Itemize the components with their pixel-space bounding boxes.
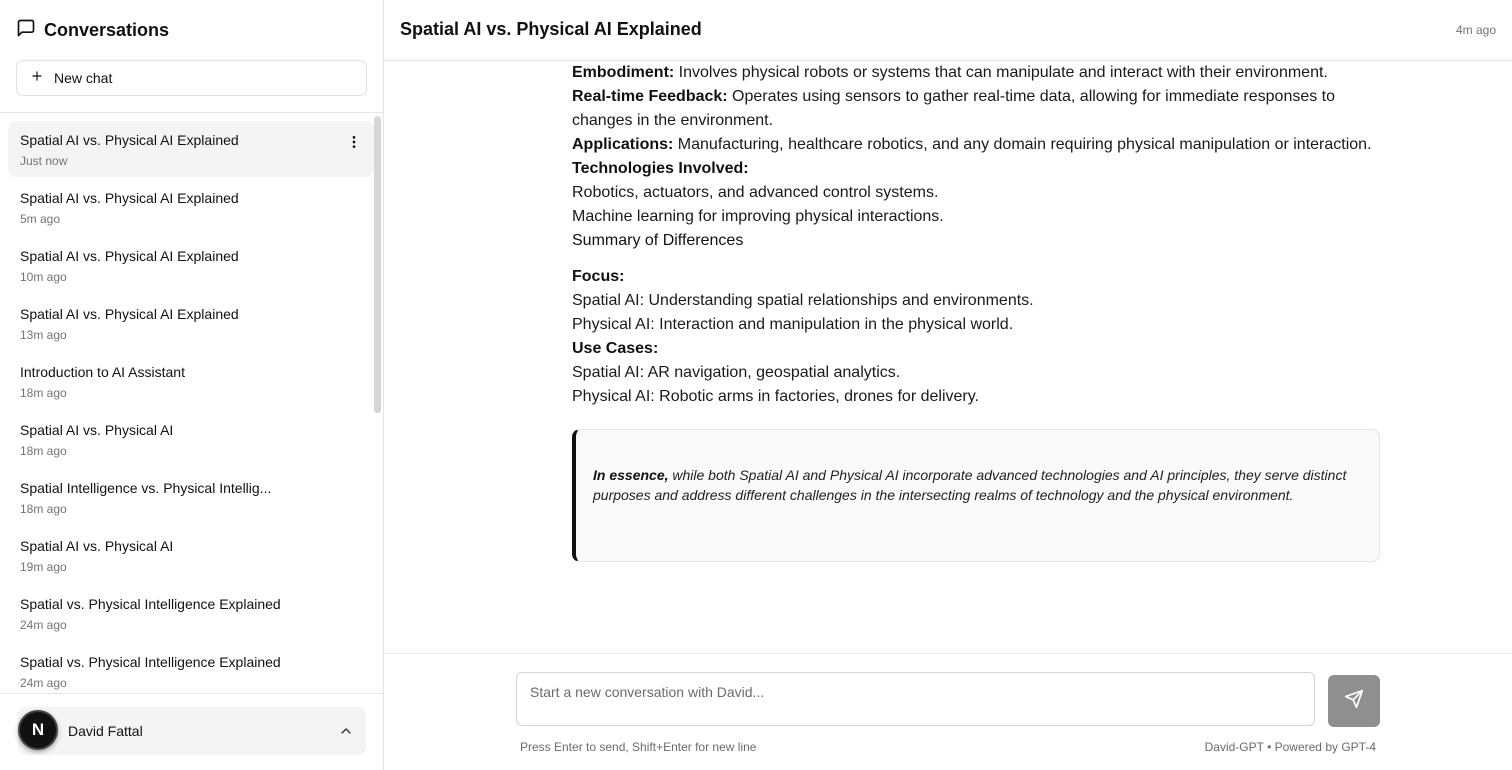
user-menu-button[interactable]: N David Fattal [18,707,366,755]
sidebar-title-text: Conversations [44,20,170,40]
input-hint: Press Enter to send, Shift+Enter for new… [520,740,757,754]
conversation-item[interactable]: Introduction to AI Assistant 18m ago [8,353,374,409]
message-paragraph: Embodiment: Involves physical robots or … [572,61,1380,85]
focus-item: Spatial AI: Understanding spatial relati… [572,292,1034,309]
conversation-title: Spatial AI vs. Physical AI [20,422,174,438]
quote-bold: In essence, [593,467,669,483]
focus-label: Focus: [572,268,625,285]
realtime-label: Real-time Feedback: [572,88,728,105]
conversation-title: Spatial AI vs. Physical AI [20,538,174,554]
conversation-title: Introduction to AI Assistant [20,364,185,380]
summary-heading: Summary of Differences [572,232,744,249]
technologies-label: Technologies Involved: [572,160,749,177]
conversation-item[interactable]: Spatial AI vs. Physical AI Explained 13m… [8,295,374,351]
conversation-item[interactable]: Spatial AI vs. Physical AI Explained Jus… [8,121,374,177]
conversation-time: 24m ago [20,675,67,690]
assistant-message: Embodiment: Involves physical robots or … [572,61,1380,653]
conversation-list: Spatial AI vs. Physical AI Explained Jus… [0,114,383,693]
conversation-title: Spatial vs. Physical Intelligence Explai… [20,654,281,670]
conversation-title: Spatial AI vs. Physical AI Explained [20,248,239,264]
sidebar-header: Conversations New chat [0,0,383,113]
embodiment-label: Embodiment: [572,64,675,81]
conversation-item[interactable]: Spatial vs. Physical Intelligence Explai… [8,585,374,641]
applications-text: Manufacturing, healthcare robotics, and … [673,136,1372,153]
conversation-title: Spatial vs. Physical Intelligence Explai… [20,596,281,612]
send-icon [1344,689,1364,714]
powered-by-text: David-GPT • Powered by GPT-4 [1204,740,1376,754]
conversation-time: 13m ago [20,327,67,342]
conversation-list-scrollbar[interactable] [374,116,381,413]
conversation-item[interactable]: Spatial Intelligence vs. Physical Intell… [8,469,374,525]
message-paragraph: Focus: [572,265,1380,289]
avatar: N [18,710,58,750]
conversation-title: Spatial Intelligence vs. Physical Intell… [20,480,272,496]
usecase-item: Physical AI: Robotic arms in factories, … [572,388,979,405]
conversation-item[interactable]: Spatial vs. Physical Intelligence Explai… [8,643,374,693]
focus-item: Physical AI: Interaction and manipulatio… [572,316,1014,333]
conversation-time: 24m ago [20,617,67,632]
usecases-label: Use Cases: [572,340,659,357]
conversation-title: Spatial AI vs. Physical AI Explained [20,306,239,322]
conversation-time: 19m ago [20,559,67,574]
message-paragraph: Real-time Feedback: Operates using senso… [572,85,1380,133]
conversation-item[interactable]: Spatial AI vs. Physical AI 19m ago [8,527,374,583]
chat-timestamp: 4m ago [1455,23,1496,37]
new-chat-label: New chat [54,70,113,86]
applications-label: Applications: [572,136,674,153]
plus-icon [30,69,44,88]
technologies-item: Machine learning for improving physical … [572,208,944,225]
sidebar-title: Conversations [16,18,169,43]
message-paragraph: Technologies Involved: [572,157,1380,181]
conversation-time: 5m ago [20,211,61,226]
send-button[interactable] [1328,675,1380,727]
usecase-item: Spatial AI: AR navigation, geospatial an… [572,364,901,381]
message-paragraph: Applications: Manufacturing, healthcare … [572,133,1380,157]
composer: Press Enter to send, Shift+Enter for new… [384,653,1512,770]
conversation-title: Spatial AI vs. Physical AI Explained [20,132,239,148]
conversation-title: Spatial AI vs. Physical AI Explained [20,190,239,206]
new-chat-button[interactable]: New chat [16,60,367,96]
message-paragraph: Use Cases: [572,337,1380,361]
page-title: Spatial AI vs. Physical AI Explained [400,19,702,39]
conversation-item[interactable]: Spatial AI vs. Physical AI 18m ago [8,411,374,467]
chat-header: Spatial AI vs. Physical AI Explained 4m … [384,0,1512,61]
user-name: David Fattal [68,723,143,739]
conversation-time: 10m ago [20,269,67,284]
blockquote: In essence, while both Spatial AI and Ph… [572,429,1380,562]
sidebar: Conversations New chat Spatial AI vs. Ph… [0,0,384,770]
technologies-item: Robotics, actuators, and advanced contro… [572,184,939,201]
sidebar-footer: N David Fattal [0,693,383,770]
conversation-item[interactable]: Spatial AI vs. Physical AI Explained 5m … [8,179,374,235]
message-square-icon [16,18,36,43]
conversation-time: 18m ago [20,443,67,458]
message-input[interactable] [516,672,1315,726]
quote-text: while both Spatial AI and Physical AI in… [593,467,1347,503]
conversation-time: 18m ago [20,501,67,516]
embodiment-text: Involves physical robots or systems that… [674,64,1328,81]
conversation-item[interactable]: Spatial AI vs. Physical AI Explained 10m… [8,237,374,293]
more-vertical-icon[interactable] [346,134,362,150]
conversation-time: 18m ago [20,385,67,400]
chevron-up-icon [338,723,354,739]
summary-block: Focus: Spatial AI: Understanding spatial… [572,265,1380,409]
conversation-time: Just now [20,153,68,168]
chat-main: Spatial AI vs. Physical AI Explained 4m … [384,0,1512,770]
